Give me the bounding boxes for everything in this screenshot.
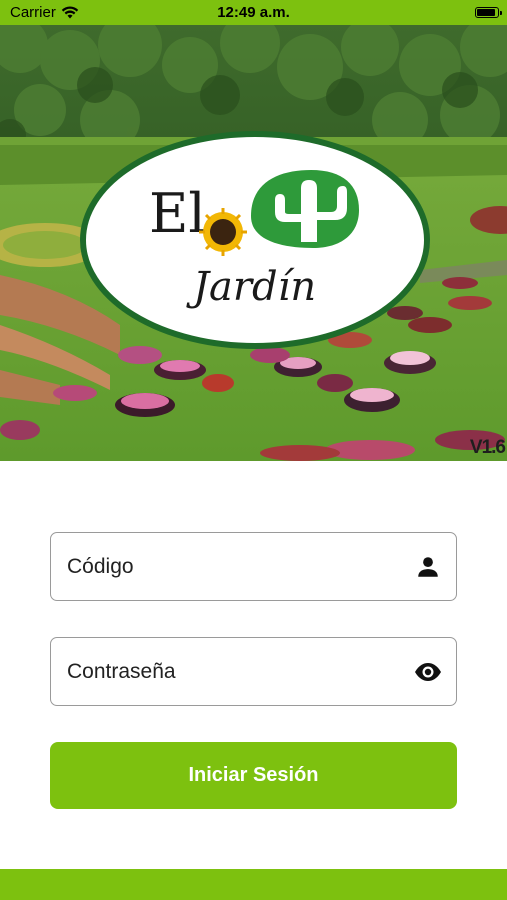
battery-icon — [475, 7, 502, 18]
battery-level — [477, 9, 495, 16]
bottom-bar — [0, 869, 507, 900]
version-label: V1.6 — [469, 437, 506, 458]
cactus-icon — [251, 170, 359, 248]
codigo-field[interactable] — [50, 532, 457, 601]
person-icon — [414, 553, 442, 581]
el-jardin-logo: El Jardín — [79, 130, 431, 350]
password-input[interactable] — [65, 658, 414, 685]
status-bar: Carrier 12:49 a.m. — [0, 0, 507, 25]
eye-icon[interactable] — [414, 658, 442, 686]
wifi-icon — [61, 6, 79, 19]
logo-text-el: El — [149, 182, 206, 245]
carrier-label: Carrier — [10, 4, 56, 21]
logo-text-jardin: Jardín — [186, 264, 316, 310]
iniciar-sesion-button[interactable]: Iniciar Sesión — [50, 742, 457, 809]
password-field[interactable] — [50, 637, 457, 706]
codigo-input[interactable] — [65, 553, 414, 580]
status-left: Carrier — [10, 4, 79, 21]
sunflower-icon — [199, 208, 247, 256]
